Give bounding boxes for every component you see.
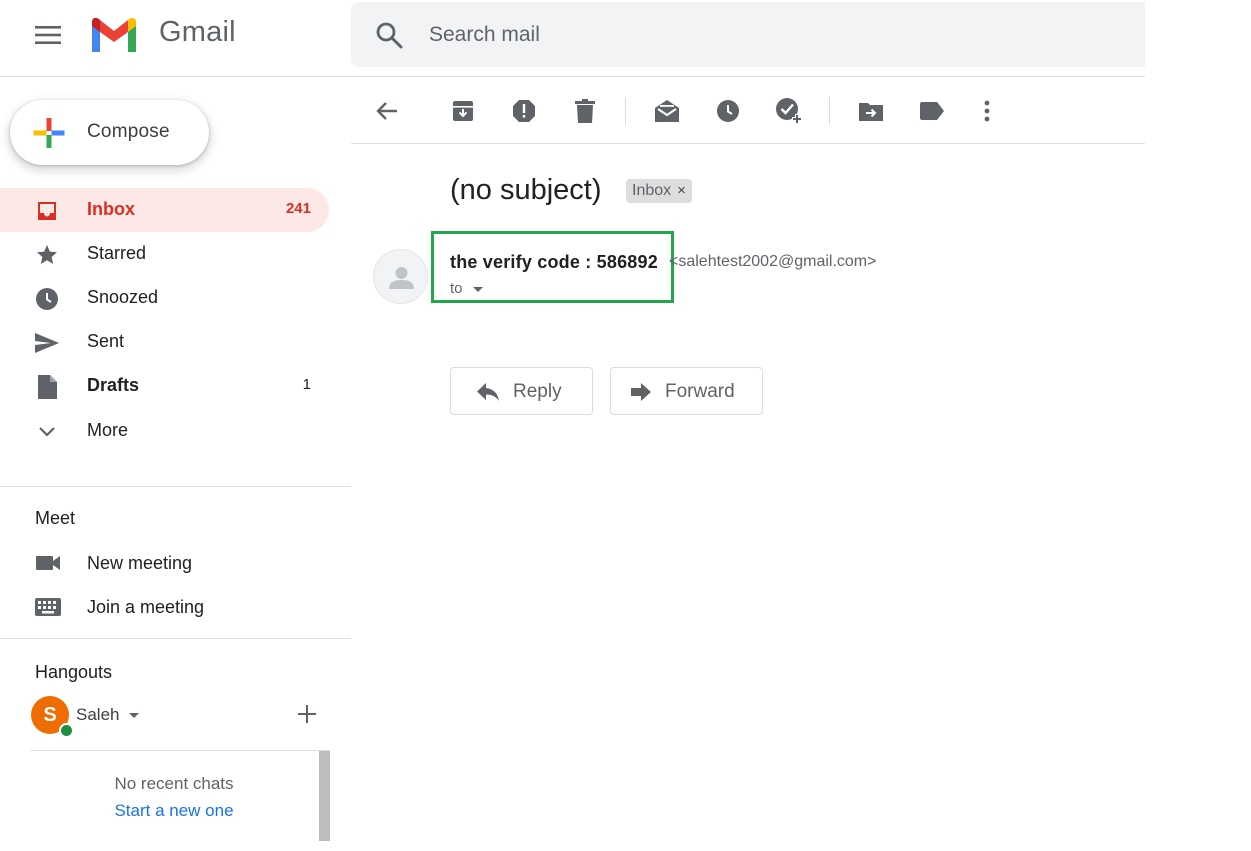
- toolbar-separator: [625, 97, 626, 125]
- more-options-button[interactable]: [970, 94, 1004, 128]
- sidebar: Compose Inbox 241 Starred Snoozed Sent D…: [0, 78, 351, 851]
- back-button[interactable]: [370, 94, 404, 128]
- caret-down-icon[interactable]: [129, 713, 139, 718]
- join-meeting-button[interactable]: Join a meeting: [0, 587, 329, 627]
- sender-name[interactable]: the verify code : 586892: [450, 252, 658, 273]
- sidebar-item-more[interactable]: More: [0, 409, 329, 453]
- add-chat-icon[interactable]: [295, 702, 319, 726]
- more-options-icon: [984, 100, 990, 122]
- top-header: Gmail: [0, 0, 1145, 77]
- sidebar-item-label: Inbox: [87, 199, 135, 219]
- search-input[interactable]: [429, 18, 1029, 52]
- main-menu-button[interactable]: [24, 15, 72, 55]
- add-to-tasks-icon: [776, 98, 802, 124]
- sidebar-divider: [0, 486, 351, 487]
- sender-avatar[interactable]: [373, 249, 428, 304]
- star-icon: [34, 242, 60, 268]
- draft-count: 1: [302, 376, 311, 393]
- back-icon: [376, 102, 397, 120]
- clock-icon: [34, 286, 60, 312]
- sidebar-item-label: Snoozed: [87, 287, 159, 307]
- move-to-button[interactable]: [854, 94, 888, 128]
- chevron-down-icon: [34, 419, 60, 445]
- toolbar-separator: [829, 97, 830, 125]
- join-meeting-label: Join a meeting: [87, 597, 205, 617]
- keyboard-icon: [34, 595, 62, 619]
- sidebar-item-label: More: [87, 420, 129, 440]
- label-icon: [920, 102, 944, 120]
- search-icon[interactable]: [375, 21, 403, 49]
- sender-email: <salehtest2002@gmail.com>: [669, 253, 877, 270]
- delete-button[interactable]: [568, 94, 602, 128]
- forward-button[interactable]: Forward: [610, 367, 763, 415]
- unread-count: 241: [285, 200, 311, 217]
- sidebar-item-drafts[interactable]: Drafts 1: [0, 364, 329, 408]
- gmail-logo-text: Gmail: [159, 16, 236, 48]
- recipient-details-toggle[interactable]: to: [450, 280, 463, 297]
- delete-icon: [575, 99, 595, 123]
- sidebar-divider: [0, 638, 351, 639]
- sidebar-item-inbox[interactable]: Inbox 241: [0, 188, 329, 232]
- start-new-chat-link[interactable]: Start a new one: [30, 801, 318, 821]
- search-bar[interactable]: [351, 2, 1145, 67]
- label-button[interactable]: [915, 94, 949, 128]
- report-spam-button[interactable]: [507, 94, 541, 128]
- snooze-button[interactable]: [711, 94, 745, 128]
- chat-panel: No recent chats Start a new one: [30, 750, 330, 851]
- person-icon: [389, 267, 414, 289]
- reply-button[interactable]: Reply: [450, 367, 593, 415]
- mark-unread-icon: [655, 100, 679, 122]
- forward-label: Forward: [665, 381, 735, 402]
- hamburger-menu-icon: [35, 26, 61, 44]
- label-chip-text[interactable]: Inbox: [632, 179, 671, 203]
- add-to-tasks-button[interactable]: [772, 94, 806, 128]
- email-subject: (no subject): [450, 174, 602, 206]
- hangouts-user-name[interactable]: Saleh: [76, 705, 119, 725]
- plus-icon: [33, 118, 65, 148]
- new-meeting-label: New meeting: [87, 553, 193, 573]
- report-spam-icon: [513, 100, 535, 122]
- no-recent-chats-text: No recent chats: [114, 774, 234, 793]
- caret-down-icon[interactable]: [473, 287, 483, 292]
- online-status-icon: [59, 723, 74, 738]
- compose-button[interactable]: Compose: [10, 100, 209, 165]
- reply-label: Reply: [513, 381, 562, 402]
- inbox-label-chip: Inbox ×: [626, 179, 692, 203]
- gmail-logo-icon[interactable]: [88, 14, 140, 56]
- remove-label-icon[interactable]: ×: [677, 179, 686, 203]
- new-meeting-button[interactable]: New meeting: [0, 543, 329, 583]
- move-to-icon: [859, 103, 883, 121]
- sidebar-item-label: Drafts: [87, 375, 140, 395]
- video-camera-icon: [34, 551, 62, 575]
- inbox-icon: [34, 198, 60, 224]
- draft-icon: [34, 374, 60, 400]
- archive-button[interactable]: [446, 94, 480, 128]
- compose-label: Compose: [87, 121, 170, 142]
- archive-icon: [453, 101, 473, 121]
- hangouts-user: S Saleh: [30, 694, 330, 738]
- reply-icon: [477, 383, 499, 401]
- sidebar-item-label: Sent: [87, 331, 125, 351]
- send-icon: [34, 330, 60, 356]
- sidebar-item-sent[interactable]: Sent: [0, 320, 329, 364]
- sidebar-item-label: Starred: [87, 243, 147, 263]
- mark-unread-button[interactable]: [650, 94, 684, 128]
- sidebar-item-starred[interactable]: Starred: [0, 232, 329, 276]
- sidebar-item-snoozed[interactable]: Snoozed: [0, 276, 329, 320]
- message-toolbar: [351, 78, 1145, 144]
- forward-icon: [631, 383, 651, 401]
- chat-scrollbar[interactable]: [319, 751, 330, 841]
- meet-section-title: Meet: [35, 508, 76, 528]
- snooze-icon: [717, 100, 739, 122]
- hangouts-section-title: Hangouts: [35, 662, 113, 682]
